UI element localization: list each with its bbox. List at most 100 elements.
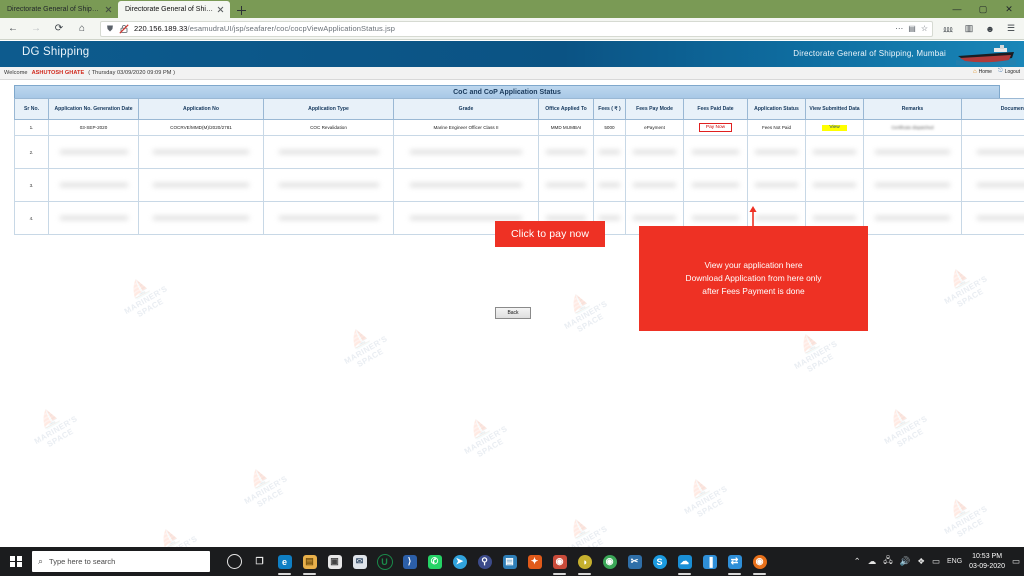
tray-clock[interactable]: 10:53 PM 03-09-2020 [969,552,1005,571]
menu-icon[interactable]: ☰ [1002,20,1020,38]
skype-icon[interactable]: S [647,547,672,576]
reload-icon[interactable]: ⟳ [49,19,69,39]
page-content: DG Shipping Directorate General of Shipp… [0,41,1024,547]
cortana-icon[interactable] [222,547,247,576]
cell-sr-no: 1. [14,119,49,136]
close-icon[interactable]: ✕ [996,0,1022,18]
search-placeholder: Type here to search [49,557,116,566]
lock-app-icon[interactable]: ⚲ [472,547,497,576]
tab-close-icon[interactable] [216,5,225,14]
microsoft-store-icon[interactable]: ▣ [322,547,347,576]
mail-icon[interactable]: ✉ [347,547,372,576]
tray-dropbox-icon[interactable]: ❖ [917,556,925,567]
watermark: ⛵MARINER'SSPACE [342,325,389,369]
home-icon[interactable]: ⌂ [72,19,92,39]
cell-view-submitted-data [805,135,864,169]
cell-office: MMD MUMBAI [538,119,594,136]
cell-document-upload-status [961,135,1024,169]
photos-icon[interactable]: ◑ [572,547,597,576]
cell-generation-date [48,135,139,169]
tray-chevron-icon[interactable]: ⌃ [854,556,861,567]
whatsapp-icon[interactable]: ✆ [422,547,447,576]
browser-tab-1[interactable]: Directorate General of Shipping : G... [0,1,118,18]
task-view-icon[interactable]: ❐ [247,547,272,576]
header-link-logout[interactable]: ⎋ Logout [998,68,1020,75]
new-tab-icon[interactable] [233,2,249,18]
forward-icon[interactable]: → [26,19,46,39]
watermark: ⛵MARINER'SSPACE [32,405,79,449]
library-icon[interactable]: ⅏ [939,20,957,38]
tab-close-icon[interactable] [104,5,113,14]
tray-volume-icon[interactable]: 🔊 [900,556,911,567]
screen: Directorate General of Shipping : G... D… [0,0,1024,576]
back-icon[interactable]: ← [3,19,23,39]
tray-language-indicator[interactable]: ENG [947,558,962,565]
tracking-shield-icon[interactable]: ⛊ [105,24,115,34]
cell-view-submitted-data: View [805,119,864,136]
page-actions-icon[interactable]: ⋯ [895,24,903,33]
th-application-status: Application Status [747,98,806,120]
cell-fees [593,135,626,169]
firefox-icon[interactable]: ◉ [747,547,772,576]
cell-grade [393,168,539,202]
powershell-icon[interactable]: ⟩ [397,547,422,576]
cell-remarks [863,168,962,202]
sidebar-icon[interactable]: ▥ [960,20,978,38]
show-desktop-button[interactable]: ▭ [1012,556,1020,567]
cell-fees-paid-date [683,135,748,169]
header-link-home[interactable]: ⌂ Home [973,69,992,75]
reader-view-icon[interactable]: ▤ [908,24,916,33]
watermark: ⛵MARINER'SSPACE [153,525,199,547]
cell-grade [393,135,539,169]
th-fees-pay-mode: Fees Pay Mode [625,98,684,120]
callout-view-line-3: after Fees Payment is done [702,286,805,296]
cell-sr-no: 3. [14,168,49,202]
th-application-type: Application Type [263,98,394,120]
cell-application-type [263,168,394,202]
app-icon-5[interactable]: ⇄ [722,547,747,576]
app-icon-2[interactable]: ✦ [522,547,547,576]
antivirus-icon[interactable]: ◉ [547,547,572,576]
watermark: ⛵MARINER'SSPACE [562,290,609,334]
insecure-connection-icon[interactable] [118,23,129,34]
cell-sr-no: 2. [14,135,49,169]
tray-network-icon[interactable]: 🖧 [883,555,892,569]
address-bar[interactable]: ⛊ 220.156.189.33/esamudraUI/jsp/seafarer… [100,20,933,37]
vscode-icon[interactable]: ✂ [622,547,647,576]
view-link[interactable]: View [822,124,847,131]
app-icon-4[interactable]: ▐ [697,547,722,576]
address-bar-actions: ⋯ ▤ ☆ [895,24,928,33]
logout-icon: ⎋ [997,68,1003,74]
account-icon[interactable]: ☻ [981,20,999,38]
cell-view-submitted-data [805,168,864,202]
back-button[interactable]: Back [495,307,531,319]
browser-tab-2[interactable]: Directorate General of Shipping [118,1,230,18]
site-title: DG Shipping [22,46,90,58]
start-button[interactable] [0,547,32,576]
tray-battery-icon[interactable]: ▭ [932,556,940,567]
browser-navigation-bar: ← → ⟳ ⌂ ⛊ 220.156.189.33/esamudraUI/jsp/… [0,18,1024,40]
cell-fees [593,168,626,202]
app-icon-1[interactable]: ▤ [497,547,522,576]
tab-title: Directorate General of Shipping [125,5,213,13]
th-remarks: Remarks [863,98,962,120]
chrome-icon[interactable]: ◉ [597,547,622,576]
pay-now-link[interactable]: Pay Now [698,123,733,132]
tray-cloud-icon[interactable]: ☁ [868,556,877,567]
onedrive-icon[interactable]: ☁ [672,547,697,576]
cell-application-status [747,168,806,202]
bookmark-star-icon[interactable]: ☆ [921,24,928,33]
cell-office [538,135,594,169]
search-icon: ⌕ [38,556,44,566]
utorrent-icon[interactable]: U [372,547,397,576]
maximize-icon[interactable]: ▢ [970,0,996,18]
edge-icon[interactable]: e [272,547,297,576]
taskbar-search-input[interactable]: ⌕ Type here to search [32,551,210,572]
file-explorer-icon[interactable]: ▤ [297,547,322,576]
table-row: 3. [14,168,1024,202]
cell-application-no [138,168,264,202]
telegram-icon[interactable]: ➤ [447,547,472,576]
browser-titlebar: Directorate General of Shipping : G... D… [0,0,1024,18]
minimize-icon[interactable]: — [944,0,970,18]
cell-application-no [138,201,264,235]
